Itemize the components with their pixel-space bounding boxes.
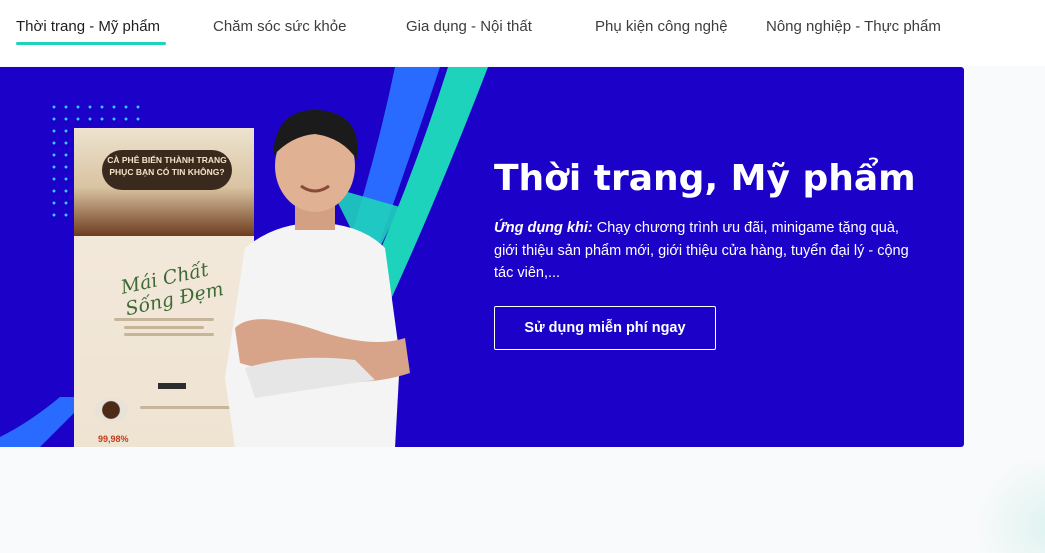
- tab-thoi-trang-my-pham[interactable]: Thời trang - Mỹ phẩm: [16, 18, 160, 35]
- poster-headline: CÀ PHÊ BIẾN THÀNH TRANG PHỤC BẠN CÓ TIN …: [102, 150, 232, 190]
- hero-banner: CÀ PHÊ BIẾN THÀNH TRANG PHỤC BẠN CÓ TIN …: [0, 67, 964, 447]
- tab-nong-nghiep-thuc-pham[interactable]: Nông nghiệp - Thực phẩm: [766, 18, 941, 35]
- tab-cham-soc-suc-khoe[interactable]: Chăm sóc sức khỏe: [213, 18, 346, 35]
- corner-glow-decoration: [965, 463, 1045, 553]
- use-free-now-button[interactable]: Sử dụng miễn phí ngay: [494, 306, 716, 350]
- category-tabs: Thời trang - Mỹ phẩm Chăm sóc sức khỏe G…: [0, 0, 1045, 66]
- tab-gia-dung-noi-that[interactable]: Gia dụng - Nội thất: [406, 18, 532, 35]
- tab-phu-kien-cong-nghe[interactable]: Phụ kiện công nghệ: [595, 18, 728, 35]
- description-label: Ứng dụng khi:: [494, 220, 593, 236]
- poster-percent: 99,98%: [98, 434, 129, 444]
- coffee-cup-icon: [94, 398, 128, 422]
- model-person-image: [225, 109, 410, 447]
- banner-description: Ứng dụng khi: Chạy chương trình ưu đãi, …: [494, 217, 914, 285]
- active-tab-indicator: [16, 42, 166, 45]
- banner-title: Thời trang, Mỹ phẩm: [494, 158, 916, 199]
